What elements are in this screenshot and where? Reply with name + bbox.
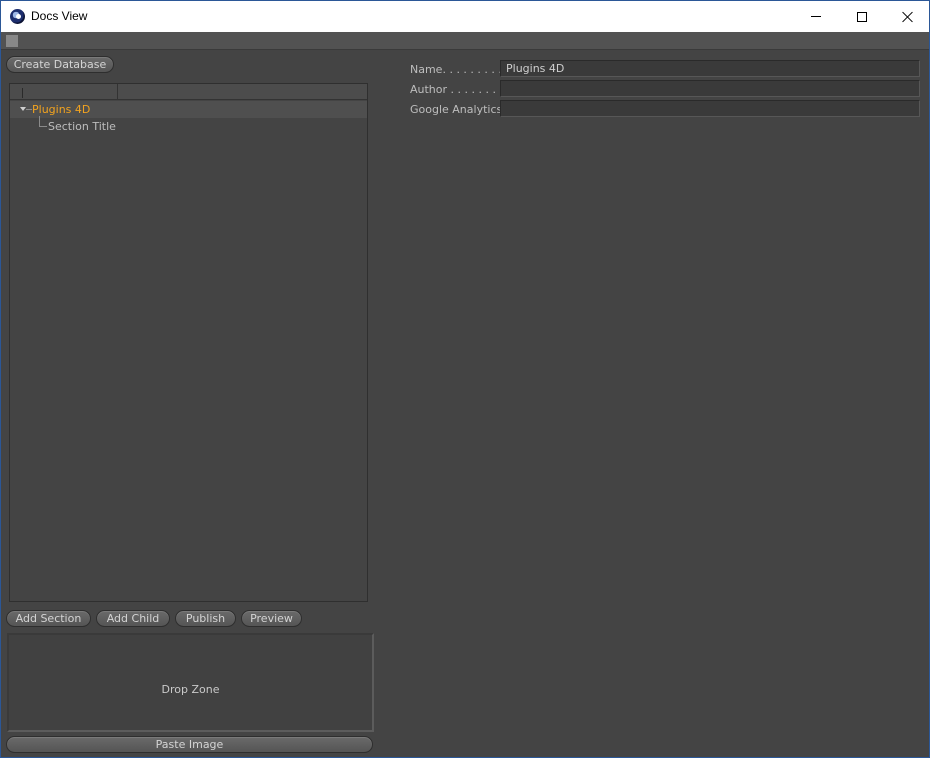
section-tree[interactable]: Plugins 4D Section Title	[9, 83, 368, 602]
tree-header	[10, 84, 367, 100]
add-section-button[interactable]: Add Section	[6, 610, 91, 627]
author-label: Author . . . . . . . .	[410, 83, 503, 96]
paste-image-button[interactable]: Paste Image	[6, 736, 373, 753]
close-icon	[902, 11, 914, 23]
minimize-icon	[811, 16, 821, 17]
drop-zone[interactable]: Drop Zone	[7, 633, 374, 732]
preview-button[interactable]: Preview	[241, 610, 302, 627]
tree-item-root[interactable]: Plugins 4D	[10, 101, 367, 118]
grip-icon[interactable]	[6, 35, 18, 47]
tree-header-column-divider[interactable]	[117, 84, 118, 100]
tree-connector	[39, 116, 47, 127]
drop-zone-label: Drop Zone	[161, 683, 220, 696]
tree-header-divider	[22, 88, 23, 98]
title-bar: Docs View	[1, 1, 929, 32]
name-label: Name. . . . . . . . . .	[410, 63, 509, 76]
app-logo-icon	[10, 9, 25, 24]
docs-view-window: Docs View Create Database Plugins 4D Sec…	[0, 0, 930, 758]
google-analytics-label: Google Analytics	[410, 103, 503, 116]
window-title: Docs View	[31, 9, 88, 23]
menu-strip	[1, 32, 929, 50]
minimize-button[interactable]	[793, 1, 839, 32]
tree-item-label: Plugins 4D	[32, 103, 91, 116]
maximize-button[interactable]	[839, 1, 885, 32]
google-analytics-field[interactable]	[500, 100, 920, 117]
name-field[interactable]: Plugins 4D	[500, 60, 920, 77]
create-database-button[interactable]: Create Database	[6, 56, 114, 73]
maximize-icon	[857, 11, 867, 22]
tree-item-label: Section Title	[48, 120, 116, 133]
add-child-button[interactable]: Add Child	[96, 610, 170, 627]
publish-button[interactable]: Publish	[175, 610, 236, 627]
author-field[interactable]	[500, 80, 920, 97]
tree-item-child[interactable]: Section Title	[10, 116, 367, 135]
close-button[interactable]	[885, 1, 930, 32]
